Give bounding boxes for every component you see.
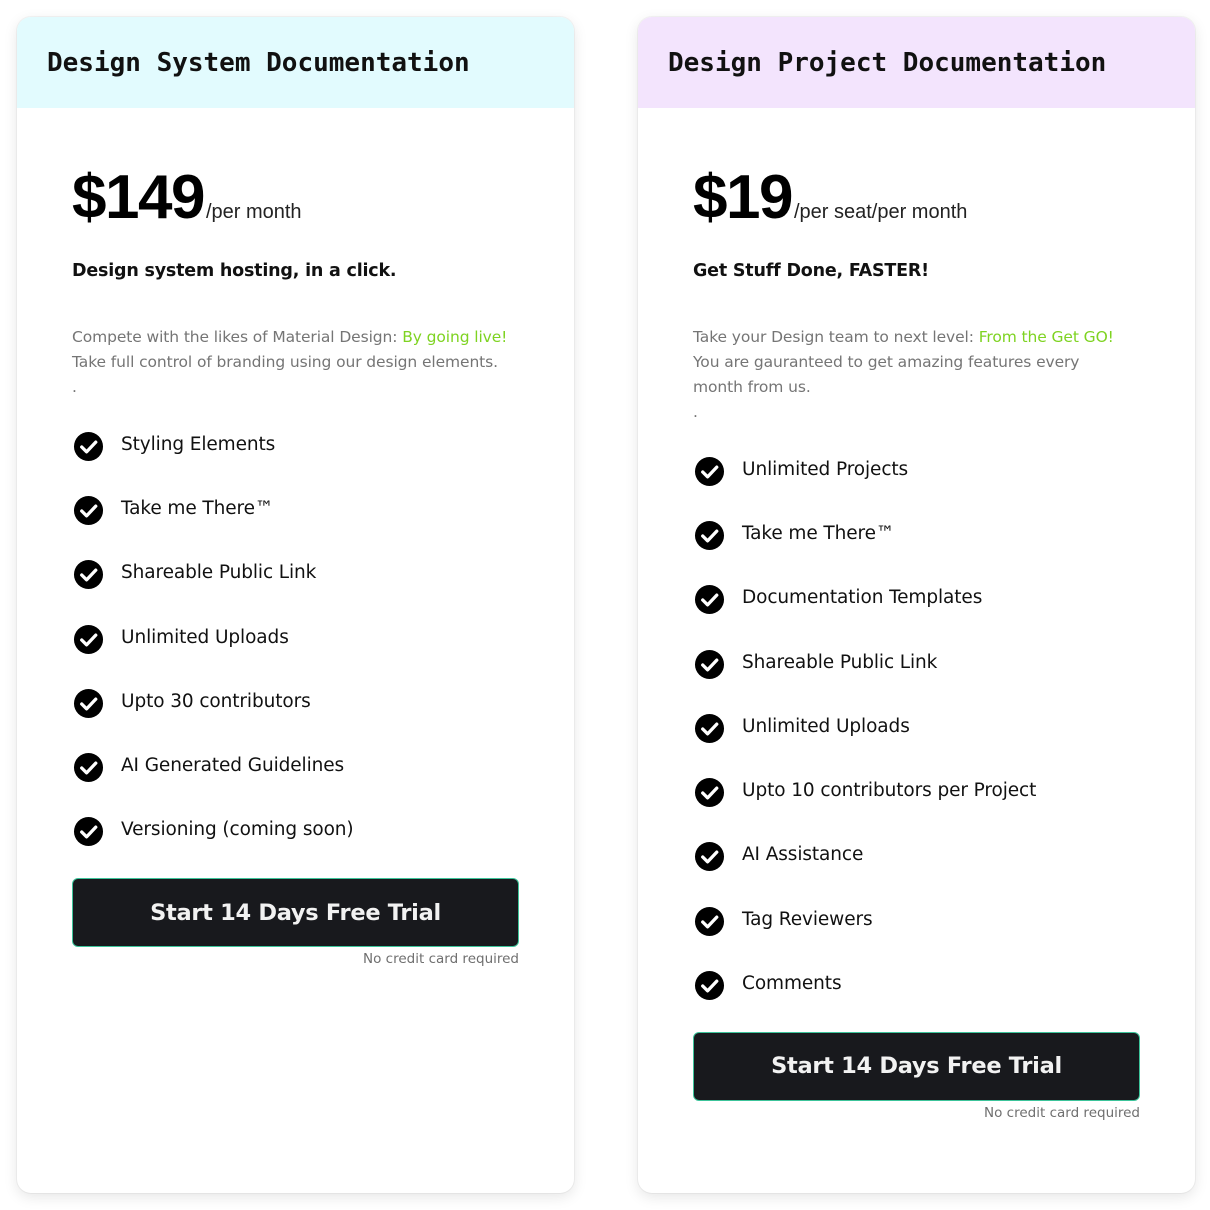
check-circle-icon <box>73 752 104 783</box>
check-circle-icon <box>73 816 104 847</box>
check-circle-icon <box>694 906 725 937</box>
feature-item: Comments <box>693 951 1140 1015</box>
description-lead: Take your Design team to next level: <box>693 328 979 346</box>
plan-title: Design Project Documentation <box>668 47 1107 78</box>
feature-item: AI Assistance <box>693 823 1140 887</box>
feature-label: Upto 30 contributors <box>121 690 311 712</box>
no-credit-card-note: No credit card required <box>363 951 519 968</box>
feature-item: Shareable Public Link <box>72 541 519 605</box>
check-circle-icon <box>694 520 725 551</box>
plan-price: $149 <box>72 163 205 232</box>
feature-item: Documentation Templates <box>693 566 1140 630</box>
plan-description: Take your Design team to next level: Fro… <box>693 325 1133 425</box>
check-circle-icon <box>73 559 104 590</box>
feature-item: AI Generated Guidelines <box>72 733 519 797</box>
check-circle-icon <box>694 584 725 615</box>
feature-label: Shareable Public Link <box>742 651 938 673</box>
no-credit-card-note: No credit card required <box>984 1104 1140 1121</box>
feature-label: Upto 10 contributors per Project <box>742 780 1037 802</box>
plan-card-header: Design System Documentation <box>17 17 574 108</box>
feature-item: Tag Reviewers <box>693 887 1140 951</box>
check-circle-icon <box>694 713 725 744</box>
feature-item: Upto 30 contributors <box>72 669 519 733</box>
feature-label: Documentation Templates <box>742 587 983 609</box>
feature-list: Unlimited Projects Take me There™ Document… <box>693 437 1140 1016</box>
plan-card-design-project: Design Project Documentation $19 /per se… <box>638 17 1195 1193</box>
description-accent: By going live! <box>402 328 508 346</box>
plan-card-body: $19 /per seat/per month Get Stuff Done, … <box>638 163 1195 1121</box>
feature-item: Take me There™ <box>693 501 1140 565</box>
description-body: Take full control of branding using our … <box>72 353 498 371</box>
feature-label: Unlimited Projects <box>742 458 909 480</box>
plan-description: Compete with the likes of Material Desig… <box>72 325 512 400</box>
plan-title: Design System Documentation <box>47 47 470 78</box>
feature-item: Unlimited Projects <box>693 437 1140 501</box>
feature-item: Take me There™ <box>72 476 519 540</box>
plan-card-design-system: Design System Documentation $149 /per mo… <box>17 17 574 1193</box>
feature-label: Comments <box>742 973 842 995</box>
check-circle-icon <box>73 624 104 655</box>
plan-card-header: Design Project Documentation <box>638 17 1195 108</box>
plan-price-unit: /per seat/per month <box>793 201 968 223</box>
feature-label: AI Assistance <box>742 844 864 866</box>
description-body: You are gauranteed to get amazing featur… <box>693 353 1080 396</box>
feature-item: Versioning (coming soon) <box>72 798 519 862</box>
feature-item: Unlimited Uploads <box>693 694 1140 758</box>
feature-label: Styling Elements <box>121 433 276 455</box>
feature-item: Styling Elements <box>72 412 519 476</box>
description-accent: From the Get GO! <box>978 328 1114 346</box>
feature-item: Upto 10 contributors per Project <box>693 758 1140 822</box>
feature-label: Shareable Public Link <box>121 562 317 584</box>
check-circle-icon <box>73 431 104 462</box>
plan-card-body: $149 /per month Design system hosting, i… <box>17 163 574 968</box>
check-circle-icon <box>73 495 104 526</box>
feature-label: Unlimited Uploads <box>121 626 289 648</box>
description-lead: Compete with the likes of Material Desig… <box>72 328 403 346</box>
start-free-trial-button[interactable]: Start 14 Days Free Trial <box>72 878 519 948</box>
feature-label: Versioning (coming soon) <box>121 819 354 841</box>
feature-label: Take me There™ <box>121 497 274 519</box>
check-circle-icon <box>694 841 725 872</box>
feature-label: Unlimited Uploads <box>742 715 910 737</box>
check-circle-icon <box>694 970 725 1001</box>
start-free-trial-button[interactable]: Start 14 Days Free Trial <box>693 1031 1140 1101</box>
feature-list: Styling Elements Take me There™ Shareable … <box>72 412 519 862</box>
description-trailing: . <box>72 378 77 396</box>
feature-item: Shareable Public Link <box>693 630 1140 694</box>
plan-tagline: Get Stuff Done, FASTER! <box>693 261 929 281</box>
price-row: $149 /per month <box>72 163 519 232</box>
feature-label: Take me There™ <box>742 522 895 544</box>
feature-label: Tag Reviewers <box>742 908 873 930</box>
plan-price: $19 <box>693 163 793 232</box>
check-circle-icon <box>694 777 725 808</box>
description-trailing: . <box>693 403 698 421</box>
check-circle-icon <box>73 688 104 719</box>
feature-item: Unlimited Uploads <box>72 605 519 669</box>
check-circle-icon <box>694 649 725 680</box>
check-circle-icon <box>694 456 725 487</box>
price-row: $19 /per seat/per month <box>693 163 1140 232</box>
plan-tagline: Design system hosting, in a click. <box>72 261 397 281</box>
feature-label: AI Generated Guidelines <box>121 755 345 777</box>
plan-price-unit: /per month <box>205 201 302 223</box>
